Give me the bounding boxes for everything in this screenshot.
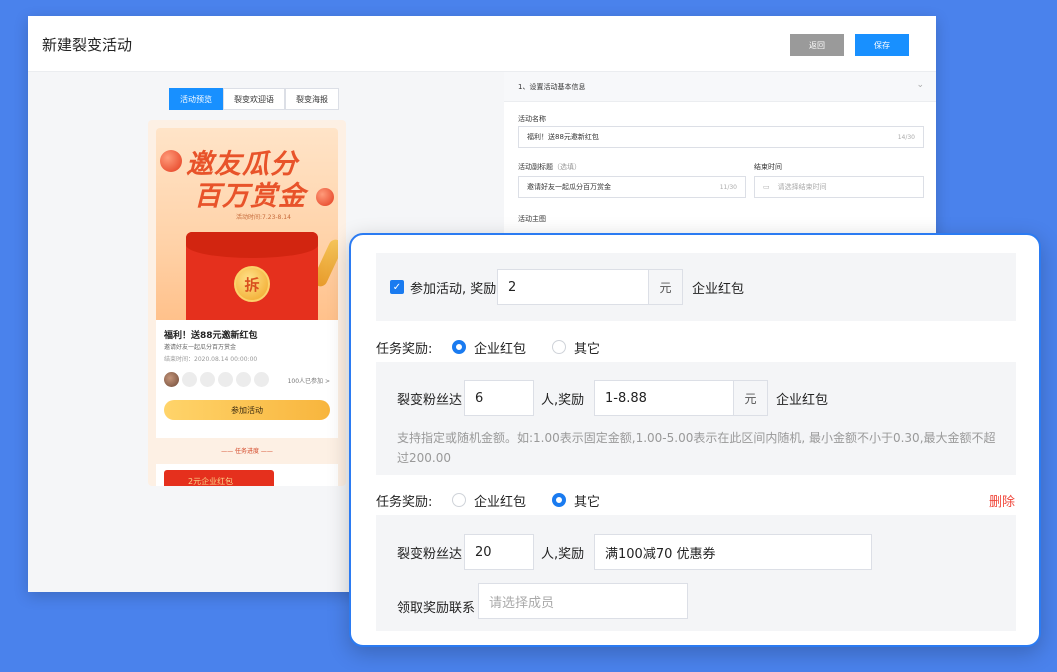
activity-name-label: 活动名称 xyxy=(518,115,546,123)
task-card: 2元企业红包 xyxy=(156,464,338,486)
page-title: 新建裂变活动 xyxy=(42,36,133,54)
task-progress-label: —— 任务进度 —— xyxy=(221,448,273,455)
radio-label: 其它 xyxy=(574,495,601,510)
checkbox-checked-icon[interactable]: ✓ xyxy=(390,280,404,294)
decor-ball xyxy=(316,188,334,206)
fans-threshold-label: 裂变粉丝达 xyxy=(397,393,463,408)
contact-placeholder: 请选择成员 xyxy=(489,595,555,611)
poster-date: 活动时间:7.23-8.14 xyxy=(236,214,291,221)
open-coin-icon: 拆 xyxy=(234,266,270,302)
activity-name-input[interactable]: 福利！送88元邀新红包 14/30 xyxy=(518,126,924,148)
reward-connector-label: 人,奖励 xyxy=(541,547,585,562)
section-header[interactable]: 1、设置活动基本信息 ⌄ xyxy=(504,72,936,102)
avatar xyxy=(200,372,215,387)
fans-threshold-label: 裂变粉丝达 xyxy=(397,547,463,562)
end-time-placeholder: 请选择结束时间 xyxy=(777,183,827,191)
yuan-suffix: 元 xyxy=(649,269,683,305)
radio-enterprise-red-packet[interactable] xyxy=(452,493,466,507)
join-activity-button[interactable]: 参加活动 xyxy=(164,400,330,420)
preview-tabs: 活动预览 裂变欢迎语 裂变海报 xyxy=(169,88,339,110)
end-time-label: 结束时间 xyxy=(754,163,782,171)
contact-label: 领取奖励联系 xyxy=(397,601,476,616)
decor-ball xyxy=(160,150,182,172)
reward-amount-input[interactable]: 1-8.88 xyxy=(594,380,734,416)
task-reward-label: 任务奖励: xyxy=(376,342,433,357)
optional-tag: （选填） xyxy=(553,163,581,171)
tab-poster[interactable]: 裂变海报 xyxy=(285,88,339,110)
window-header: 新建裂变活动 返回 保存 xyxy=(28,16,936,72)
char-count: 11/30 xyxy=(719,183,737,191)
participate-amount-input[interactable]: 2 xyxy=(497,269,649,305)
radio-other[interactable] xyxy=(552,493,566,507)
activity-name-value: 福利！送88元邀新红包 xyxy=(527,133,599,141)
theme-image-label: 活动主图 xyxy=(518,215,546,223)
char-count: 14/30 xyxy=(897,133,915,141)
task-reward-label: 任务奖励: xyxy=(376,495,433,510)
phone-preview: 邀友瓜分 百万赏金 活动时间:7.23-8.14 拆 福利！送88元邀新红包 邀… xyxy=(148,120,346,486)
save-button[interactable]: 保存 xyxy=(855,34,909,56)
coupon-input[interactable]: 满100减70 优惠券 xyxy=(594,534,872,570)
avatar xyxy=(254,372,269,387)
task-red-packet: 2元企业红包 xyxy=(164,470,274,486)
radio-label: 企业红包 xyxy=(474,495,527,510)
radio-enterprise-red-packet[interactable] xyxy=(452,340,466,354)
section-title: 1、设置活动基本信息 xyxy=(518,83,586,91)
contact-member-select[interactable]: 请选择成员 xyxy=(478,583,688,619)
joined-count-link[interactable]: 100人已参加 > xyxy=(288,376,330,385)
radio-label: 企业红包 xyxy=(474,342,527,357)
yuan-suffix: 元 xyxy=(734,380,768,416)
calendar-icon: ▭ xyxy=(763,183,770,191)
task2-config: 裂变粉丝达 20 人,奖励 满100减70 优惠券 领取奖励联系 请选择成员 xyxy=(376,515,1016,631)
avatar xyxy=(164,372,179,387)
radio-other[interactable] xyxy=(552,340,566,354)
avatar xyxy=(218,372,233,387)
subtitle-label-text: 活动副标题 xyxy=(518,163,553,171)
subtitle-input[interactable]: 邀请好友一起瓜分百万赏金 11/30 xyxy=(518,176,746,198)
amount-hint-text: 支持指定或随机金额。如:1.00表示固定金额,1.00-5.00表示在此区间内随… xyxy=(397,431,996,465)
participate-label: 参加活动, 奖励 xyxy=(410,282,497,297)
fans-count-input[interactable]: 6 xyxy=(464,380,534,416)
back-button[interactable]: 返回 xyxy=(790,34,844,56)
reward-connector-label: 人,奖励 xyxy=(541,393,585,408)
activity-card: 福利！送88元邀新红包 邀请好友一起瓜分百万赏金 结束时间：2020.08.14… xyxy=(156,320,338,438)
avatar xyxy=(182,372,197,387)
delete-task-link[interactable]: 删除 xyxy=(989,491,1015,510)
chevron-down-icon[interactable]: ⌄ xyxy=(916,80,924,90)
activity-card-title: 福利！送88元邀新红包 xyxy=(164,331,258,341)
participate-reward-row: ✓ 参加活动, 奖励 2 元 企业红包 xyxy=(376,253,1016,321)
end-time-picker[interactable]: ▭ 请选择结束时间 xyxy=(754,176,924,198)
reward-settings-card: ✓ 参加活动, 奖励 2 元 企业红包 任务奖励: 企业红包 其它 裂变粉丝达 … xyxy=(349,233,1041,647)
subtitle-value: 邀请好友一起瓜分百万赏金 xyxy=(527,183,611,191)
tab-activity-preview[interactable]: 活动预览 xyxy=(169,88,223,110)
activity-card-subtitle: 邀请好友一起瓜分百万赏金 xyxy=(164,344,237,351)
poster-headline: 百万赏金 xyxy=(194,181,306,212)
participant-avatars xyxy=(164,372,269,387)
subtitle-label: 活动副标题（选填） xyxy=(518,162,581,172)
fans-count-input[interactable]: 20 xyxy=(464,534,534,570)
reward-type-label: 企业红包 xyxy=(776,393,829,408)
avatar xyxy=(236,372,251,387)
reward-type-label: 企业红包 xyxy=(692,282,745,297)
radio-label: 其它 xyxy=(574,342,601,357)
tab-welcome-message[interactable]: 裂变欢迎语 xyxy=(223,88,285,110)
promo-poster: 邀友瓜分 百万赏金 活动时间:7.23-8.14 拆 xyxy=(156,128,338,320)
activity-card-end-time: 结束时间：2020.08.14 00:00:00 xyxy=(164,356,258,363)
